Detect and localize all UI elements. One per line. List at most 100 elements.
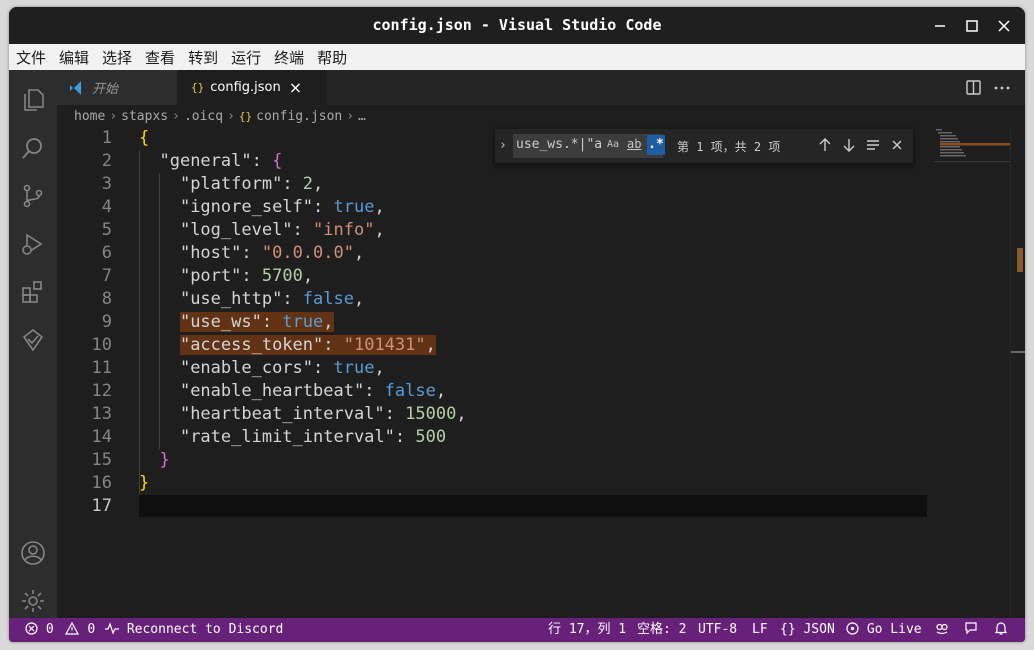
menu-bar: 文件 编辑 选择 查看 转到 运行 终端 帮助 bbox=[9, 44, 1025, 70]
menu-edit[interactable]: 编辑 bbox=[52, 47, 95, 68]
code-token: "ignore_self" bbox=[179, 197, 314, 217]
tab-welcome-label: 开始 bbox=[92, 82, 119, 97]
code-line: "platform": 2, bbox=[179, 174, 324, 194]
code-token: } bbox=[159, 450, 170, 470]
tab-config-json[interactable]: {} config.json × bbox=[177, 70, 327, 105]
code-line: "ignore_self": true, bbox=[179, 197, 385, 217]
code-token: "general" bbox=[159, 151, 252, 171]
scroll-marker bbox=[1017, 248, 1023, 272]
menu-run[interactable]: 运行 bbox=[224, 47, 267, 68]
maximize-button[interactable] bbox=[959, 13, 985, 39]
menu-go[interactable]: 转到 bbox=[181, 47, 224, 68]
previous-match-icon[interactable] bbox=[817, 137, 833, 157]
find-widget: › use_ws.*|"a Aa ab .* 第 1 项，共 2 项 bbox=[495, 129, 913, 163]
tab-welcome[interactable]: 开始 bbox=[57, 70, 177, 105]
discord-label: Reconnect to Discord bbox=[126, 622, 284, 637]
activity-bar bbox=[9, 70, 57, 618]
find-input-field[interactable]: use_ws.*|"a Aa ab .* bbox=[513, 134, 665, 158]
find-match-highlight: "use_ws": true, bbox=[179, 312, 334, 332]
chevron-right-icon: › bbox=[227, 108, 235, 124]
menu-terminal[interactable]: 终端 bbox=[267, 47, 310, 68]
close-window-button[interactable] bbox=[991, 13, 1017, 39]
indentation-status[interactable]: 空格: 2 bbox=[637, 618, 686, 642]
line-number: 4 bbox=[101, 197, 112, 217]
breadcrumb-trail[interactable]: … bbox=[358, 109, 366, 124]
settings-gear-icon[interactable] bbox=[20, 588, 46, 614]
find-in-selection-icon[interactable] bbox=[865, 137, 881, 157]
code-line: "use_ws": true, bbox=[139, 311, 334, 334]
line-number: 11 bbox=[91, 358, 112, 378]
more-actions-icon[interactable] bbox=[993, 79, 1011, 97]
toggle-replace-icon[interactable]: › bbox=[499, 138, 507, 153]
match-case-icon[interactable]: Aa bbox=[607, 139, 619, 150]
code-token: "use_http" bbox=[179, 289, 283, 309]
code-token: "info" bbox=[313, 220, 375, 240]
minimize-button[interactable] bbox=[927, 13, 953, 39]
split-editor-icon[interactable] bbox=[965, 79, 983, 97]
close-find-icon[interactable] bbox=[889, 137, 905, 157]
eol-status[interactable]: LF bbox=[752, 618, 768, 642]
cursor-position[interactable]: 行 17，列 1 bbox=[548, 618, 626, 642]
discord-status[interactable]: Reconnect to Discord bbox=[105, 618, 283, 642]
code-token: true bbox=[333, 197, 375, 217]
code-token: false bbox=[302, 289, 354, 309]
window-title: config.json - Visual Studio Code bbox=[372, 16, 662, 34]
explorer-icon[interactable] bbox=[20, 87, 46, 113]
line-number: 14 bbox=[91, 427, 112, 447]
line-number: 16 bbox=[91, 473, 112, 493]
vscode-window: config.json - Visual Studio Code 文件 编辑 选… bbox=[9, 7, 1025, 642]
title-bar: config.json - Visual Studio Code bbox=[9, 7, 1025, 44]
code-token: { bbox=[272, 151, 283, 171]
line-number: 13 bbox=[91, 404, 112, 424]
line-number: 1 bbox=[101, 128, 112, 148]
code-editor[interactable]: 1 2 3 4 5 6 7 8 9 10 11 12 13 14 15 16 1… bbox=[57, 127, 1025, 618]
menu-view[interactable]: 查看 bbox=[138, 47, 181, 68]
chevron-right-icon: › bbox=[109, 108, 118, 124]
regex-toggle-icon[interactable]: .* bbox=[647, 135, 665, 155]
extensions-icon[interactable] bbox=[20, 279, 46, 305]
code-line: } bbox=[139, 472, 149, 495]
code-token: 500 bbox=[415, 427, 447, 447]
line-number: 5 bbox=[101, 220, 112, 240]
line-number: 9 bbox=[101, 312, 112, 332]
tab-config-json-label: config.json bbox=[210, 80, 281, 95]
search-icon[interactable] bbox=[20, 135, 46, 161]
go-live-button[interactable]: Go Live bbox=[846, 618, 922, 642]
breadcrumb-oicq[interactable]: .oicq bbox=[184, 109, 223, 124]
code-line: "port": 5700, bbox=[179, 266, 314, 286]
problems-status[interactable]: 0 0 bbox=[25, 618, 95, 642]
code-line: "general": { bbox=[159, 151, 283, 171]
code-token: "port" bbox=[179, 266, 242, 286]
code-token: } bbox=[139, 473, 150, 493]
next-match-icon[interactable] bbox=[841, 137, 857, 157]
encoding-status[interactable]: UTF-8 bbox=[698, 618, 737, 642]
run-debug-icon[interactable] bbox=[20, 231, 46, 257]
code-token: "rate_limit_interval" bbox=[179, 427, 395, 447]
warning-icon bbox=[65, 621, 87, 637]
breadcrumb-stapxs[interactable]: stapxs bbox=[121, 109, 168, 124]
testing-icon[interactable] bbox=[20, 327, 46, 353]
menu-file[interactable]: 文件 bbox=[9, 47, 52, 68]
breadcrumb-file[interactable]: config.json bbox=[256, 109, 342, 124]
source-control-icon[interactable] bbox=[20, 183, 46, 209]
line-number: 3 bbox=[101, 174, 112, 194]
vertical-scrollbar[interactable] bbox=[1010, 127, 1025, 618]
line-number: 12 bbox=[91, 381, 112, 401]
menu-selection[interactable]: 选择 bbox=[95, 47, 138, 68]
copilot-icon[interactable] bbox=[935, 618, 949, 642]
status-bar: 0 0 Reconnect to Discord 行 17，列 1 空格: 2 … bbox=[9, 618, 1025, 642]
line-number: 2 bbox=[101, 151, 112, 171]
tab-close-icon[interactable]: × bbox=[289, 78, 302, 97]
account-icon[interactable] bbox=[20, 540, 46, 566]
feedback-icon[interactable] bbox=[964, 618, 978, 642]
language-mode[interactable]: {} JSON bbox=[780, 618, 835, 642]
breadcrumb-home[interactable]: home bbox=[74, 109, 105, 124]
menu-help[interactable]: 帮助 bbox=[310, 47, 353, 68]
code-token: 5700 bbox=[261, 266, 303, 286]
whole-word-icon[interactable]: ab bbox=[627, 137, 641, 151]
find-match-highlight: "access_token": "101431", bbox=[179, 335, 436, 355]
find-input[interactable]: use_ws.*|"a bbox=[516, 137, 602, 152]
breadcrumb: home › stapxs › .oicq › {} config.json ›… bbox=[57, 105, 1025, 127]
code-token: "0.0.0.0" bbox=[261, 243, 354, 263]
notifications-bell-icon[interactable] bbox=[994, 618, 1008, 642]
